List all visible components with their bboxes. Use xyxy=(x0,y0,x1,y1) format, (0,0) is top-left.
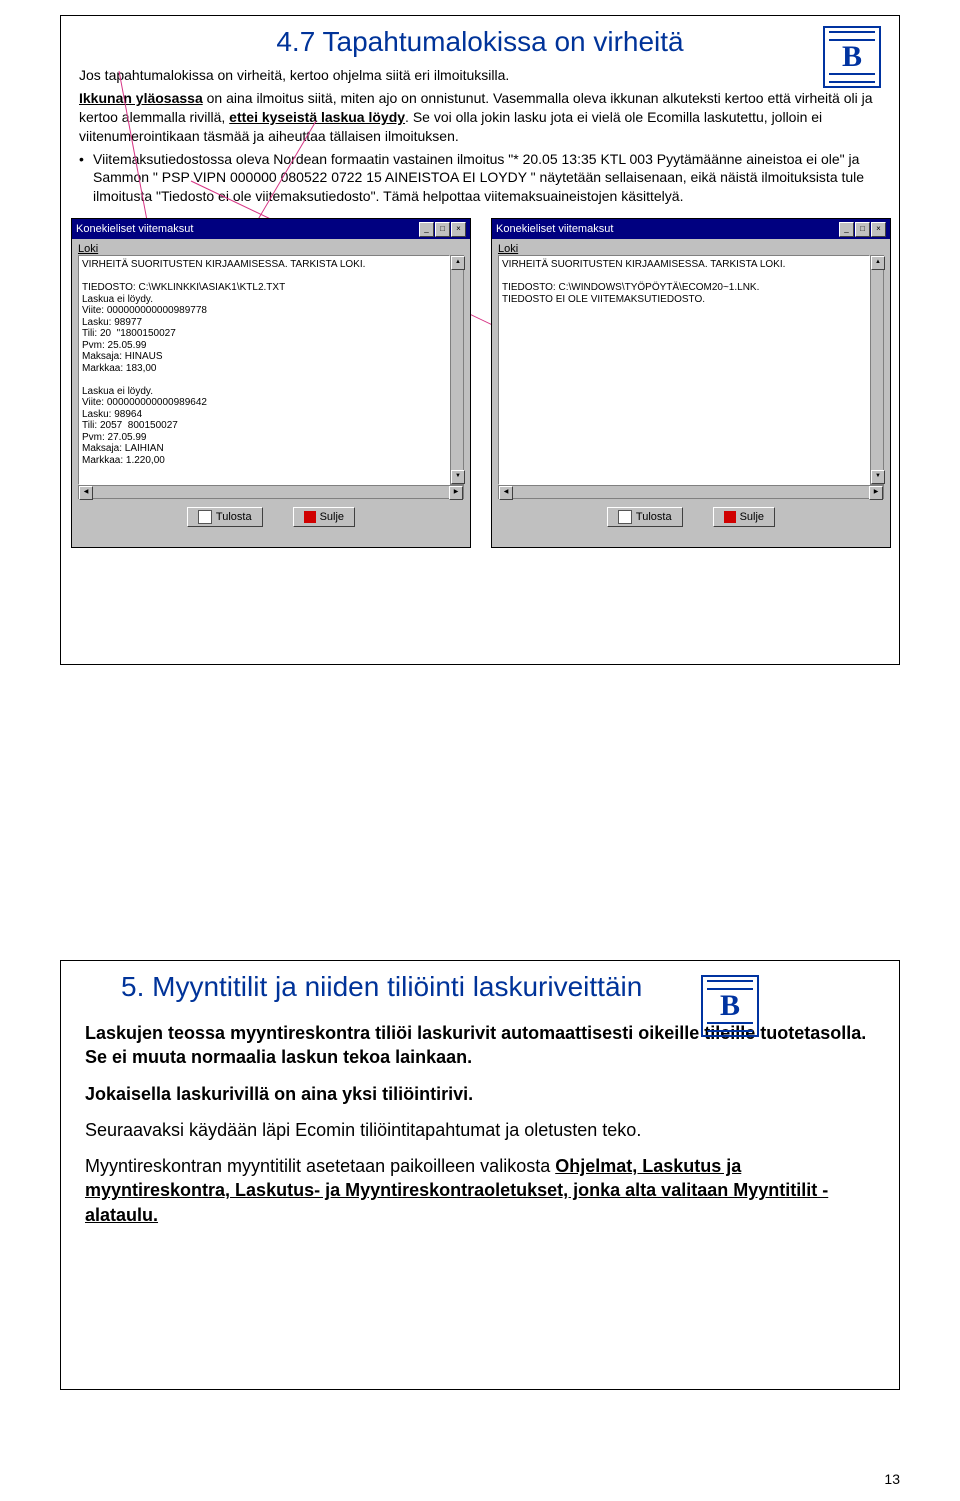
screenshot-area: Konekieliset viitemaksut _ □ × Loki VIRH… xyxy=(61,218,899,578)
scroll-right-icon[interactable]: ▶ xyxy=(449,486,463,500)
window-title: Konekieliset viitemaksut xyxy=(76,223,193,235)
para-1: Jos tapahtumalokissa on virheitä, kertoo… xyxy=(79,66,881,85)
slide-2: B 5. Myyntitilit ja niiden tiliöinti las… xyxy=(60,960,900,1390)
scroll-up-icon[interactable]: ▲ xyxy=(871,256,885,270)
loki-label: Loki xyxy=(492,239,890,255)
window-title: Konekieliset viitemaksut xyxy=(496,223,613,235)
maximize-icon[interactable]: □ xyxy=(855,222,870,237)
button-row: Tulosta Sulje xyxy=(72,501,470,533)
window-buttons: _ □ × xyxy=(839,222,886,237)
scrollbar-horizontal[interactable]: ◀ ▶ xyxy=(78,485,464,499)
loki-label: Loki xyxy=(72,239,470,255)
slide-title: 4.7 Tapahtumalokissa on virheitä xyxy=(61,26,899,58)
minimize-icon[interactable]: _ xyxy=(839,222,854,237)
para-4: Myyntireskontran myyntitilit asetetaan p… xyxy=(85,1154,875,1227)
close-button[interactable]: Sulje xyxy=(293,507,355,527)
printer-icon xyxy=(618,510,632,524)
print-button[interactable]: Tulosta xyxy=(607,507,683,527)
print-button[interactable]: Tulosta xyxy=(187,507,263,527)
bullet-1: • Viitemaksutiedostossa oleva Nordean fo… xyxy=(79,150,881,207)
scroll-down-icon[interactable]: ▼ xyxy=(871,470,885,484)
page-number: 13 xyxy=(884,1471,900,1487)
printer-icon xyxy=(198,510,212,524)
para-2: Jokaisella laskurivillä on aina yksi til… xyxy=(85,1082,875,1106)
scroll-left-icon[interactable]: ◀ xyxy=(499,486,513,500)
scroll-up-icon[interactable]: ▲ xyxy=(451,256,465,270)
minimize-icon[interactable]: _ xyxy=(419,222,434,237)
scroll-left-icon[interactable]: ◀ xyxy=(79,486,93,500)
logo-icon: B xyxy=(823,26,881,88)
close-icon[interactable]: × xyxy=(451,222,466,237)
window-left: Konekieliset viitemaksut _ □ × Loki VIRH… xyxy=(71,218,471,548)
scroll-down-icon[interactable]: ▼ xyxy=(451,470,465,484)
button-row: Tulosta Sulje xyxy=(492,501,890,533)
close-square-icon xyxy=(304,511,316,523)
scrollbar-vertical[interactable]: ▲ ▼ xyxy=(870,255,884,485)
slide-title: 5. Myyntitilit ja niiden tiliöinti lasku… xyxy=(61,971,899,1003)
close-icon[interactable]: × xyxy=(871,222,886,237)
scroll-right-icon[interactable]: ▶ xyxy=(869,486,883,500)
scrollbar-vertical[interactable]: ▲ ▼ xyxy=(450,255,464,485)
slide1-body: Jos tapahtumalokissa on virheitä, kertoo… xyxy=(61,66,899,206)
para-3: Seuraavaksi käydään läpi Ecomin tiliöint… xyxy=(85,1118,875,1142)
para-2: Ikkunan yläosassa on aina ilmoitus siitä… xyxy=(79,89,881,146)
slide2-body: Laskujen teossa myyntireskontra tiliöi l… xyxy=(61,1011,899,1227)
log-textarea-right[interactable]: VIRHEITÄ SUORITUSTEN KIRJAAMISESSA. TARK… xyxy=(498,255,870,485)
close-button[interactable]: Sulje xyxy=(713,507,775,527)
titlebar[interactable]: Konekieliset viitemaksut _ □ × xyxy=(72,219,470,239)
slide-1: B 4.7 Tapahtumalokissa on virheitä Jos t… xyxy=(60,15,900,665)
maximize-icon[interactable]: □ xyxy=(435,222,450,237)
titlebar[interactable]: Konekieliset viitemaksut _ □ × xyxy=(492,219,890,239)
window-right: Konekieliset viitemaksut _ □ × Loki VIRH… xyxy=(491,218,891,548)
close-square-icon xyxy=(724,511,736,523)
log-textarea-left[interactable]: VIRHEITÄ SUORITUSTEN KIRJAAMISESSA. TARK… xyxy=(78,255,450,485)
scrollbar-horizontal[interactable]: ◀ ▶ xyxy=(498,485,884,499)
window-buttons: _ □ × xyxy=(419,222,466,237)
logo-icon: B xyxy=(701,975,759,1037)
